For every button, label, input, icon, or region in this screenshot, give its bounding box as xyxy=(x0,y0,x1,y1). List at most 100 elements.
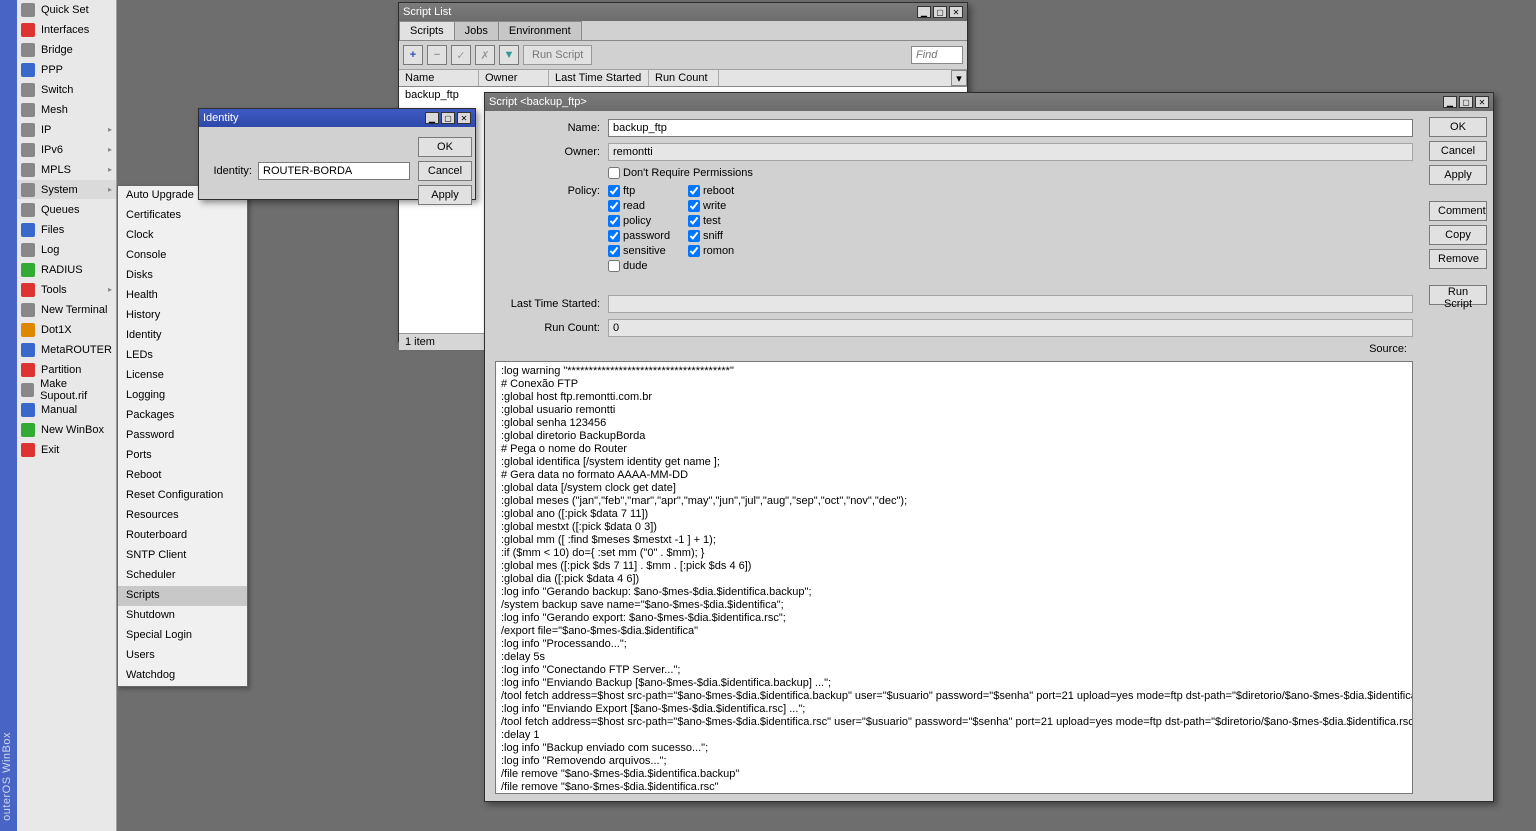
submenu-item-identity[interactable]: Identity xyxy=(118,326,247,346)
maximize-icon[interactable]: ▢ xyxy=(933,6,947,18)
sidebar-item-manual[interactable]: Manual xyxy=(17,400,116,420)
column-chooser-icon[interactable]: ▾ xyxy=(951,70,967,86)
copy-button[interactable]: Copy xyxy=(1429,225,1487,245)
submenu-item-special-login[interactable]: Special Login xyxy=(118,626,247,646)
policy-read[interactable]: read xyxy=(608,200,688,212)
sidebar-item-quick-set[interactable]: Quick Set xyxy=(17,0,116,20)
sidebar-item-label: Partition xyxy=(41,364,81,376)
identity-input[interactable] xyxy=(258,162,410,180)
name-input[interactable] xyxy=(608,119,1413,137)
tab-environment[interactable]: Environment xyxy=(498,21,582,40)
submenu-item-sntp-client[interactable]: SNTP Client xyxy=(118,546,247,566)
submenu-item-scripts[interactable]: Scripts xyxy=(118,586,247,606)
close-icon[interactable]: ✕ xyxy=(1475,96,1489,108)
menu-icon xyxy=(21,223,35,237)
submenu-item-leds[interactable]: LEDs xyxy=(118,346,247,366)
sidebar-item-make-supout-rif[interactable]: Make Supout.rif xyxy=(17,380,116,400)
sidebar-item-interfaces[interactable]: Interfaces xyxy=(17,20,116,40)
submenu-item-license[interactable]: License xyxy=(118,366,247,386)
policy-dude[interactable]: dude xyxy=(608,260,688,272)
sidebar-item-files[interactable]: Files xyxy=(17,220,116,240)
comment-button[interactable]: Comment xyxy=(1429,201,1487,221)
sidebar-item-exit[interactable]: Exit xyxy=(17,440,116,460)
disable-button[interactable]: ✗ xyxy=(475,45,495,65)
sidebar-item-new-terminal[interactable]: New Terminal xyxy=(17,300,116,320)
minimize-icon[interactable]: ▁ xyxy=(917,6,931,18)
sidebar-item-label: Files xyxy=(41,224,64,236)
minimize-icon[interactable]: ▁ xyxy=(425,112,439,124)
find-input[interactable] xyxy=(911,46,963,64)
submenu-item-health[interactable]: Health xyxy=(118,286,247,306)
submenu-item-resources[interactable]: Resources xyxy=(118,506,247,526)
minimize-icon[interactable]: ▁ xyxy=(1443,96,1457,108)
submenu-item-users[interactable]: Users xyxy=(118,646,247,666)
script-list-titlebar[interactable]: Script List ▁ ▢ ✕ xyxy=(399,3,967,21)
sidebar-item-ip[interactable]: IP▸ xyxy=(17,120,116,140)
submenu-item-history[interactable]: History xyxy=(118,306,247,326)
close-icon[interactable]: ✕ xyxy=(949,6,963,18)
sidebar-item-mesh[interactable]: Mesh xyxy=(17,100,116,120)
filter-button[interactable]: ▼ xyxy=(499,45,519,65)
policy-sniff[interactable]: sniff xyxy=(688,230,768,242)
identity-titlebar[interactable]: Identity ▁ ▢ ✕ xyxy=(199,109,475,127)
submenu-item-reset-configuration[interactable]: Reset Configuration xyxy=(118,486,247,506)
maximize-icon[interactable]: ▢ xyxy=(441,112,455,124)
col-owner[interactable]: Owner xyxy=(479,70,549,86)
submenu-item-console[interactable]: Console xyxy=(118,246,247,266)
submenu-item-shutdown[interactable]: Shutdown xyxy=(118,606,247,626)
submenu-item-scheduler[interactable]: Scheduler xyxy=(118,566,247,586)
submenu-item-watchdog[interactable]: Watchdog xyxy=(118,666,247,686)
submenu-item-ports[interactable]: Ports xyxy=(118,446,247,466)
ok-button[interactable]: OK xyxy=(418,137,472,157)
sidebar-item-tools[interactable]: Tools▸ xyxy=(17,280,116,300)
apply-button[interactable]: Apply xyxy=(418,185,472,205)
cancel-button[interactable]: Cancel xyxy=(1429,141,1487,161)
submenu-item-packages[interactable]: Packages xyxy=(118,406,247,426)
sidebar-item-new-winbox[interactable]: New WinBox xyxy=(17,420,116,440)
policy-test[interactable]: test xyxy=(688,215,768,227)
policy-reboot[interactable]: reboot xyxy=(688,185,768,197)
sidebar-item-ipv6[interactable]: IPv6▸ xyxy=(17,140,116,160)
policy-ftp[interactable]: ftp xyxy=(608,185,688,197)
policy-write[interactable]: write xyxy=(688,200,768,212)
sidebar-item-bridge[interactable]: Bridge xyxy=(17,40,116,60)
tab-jobs[interactable]: Jobs xyxy=(454,21,499,40)
close-icon[interactable]: ✕ xyxy=(457,112,471,124)
cancel-button[interactable]: Cancel xyxy=(418,161,472,181)
run-script-button[interactable]: Run Script xyxy=(1429,285,1487,305)
policy-sensitive[interactable]: sensitive xyxy=(608,245,688,257)
sidebar-item-ppp[interactable]: PPP xyxy=(17,60,116,80)
apply-button[interactable]: Apply xyxy=(1429,165,1487,185)
submenu-item-reboot[interactable]: Reboot xyxy=(118,466,247,486)
remove-button[interactable]: Remove xyxy=(1429,249,1487,269)
source-textarea[interactable] xyxy=(495,361,1413,794)
submenu-item-routerboard[interactable]: Routerboard xyxy=(118,526,247,546)
add-button[interactable]: + xyxy=(403,45,423,65)
submenu-item-logging[interactable]: Logging xyxy=(118,386,247,406)
sidebar-item-system[interactable]: System▸ xyxy=(17,180,116,200)
enable-button[interactable]: ✓ xyxy=(451,45,471,65)
dont-require-checkbox[interactable]: Don't Require Permissions xyxy=(608,167,753,179)
submenu-item-disks[interactable]: Disks xyxy=(118,266,247,286)
ok-button[interactable]: OK xyxy=(1429,117,1487,137)
sidebar-item-log[interactable]: Log xyxy=(17,240,116,260)
sidebar-item-switch[interactable]: Switch xyxy=(17,80,116,100)
policy-romon[interactable]: romon xyxy=(688,245,768,257)
col-last[interactable]: Last Time Started xyxy=(549,70,649,86)
sidebar-item-radius[interactable]: RADIUS xyxy=(17,260,116,280)
sidebar-item-mpls[interactable]: MPLS▸ xyxy=(17,160,116,180)
policy-password[interactable]: password xyxy=(608,230,688,242)
sidebar-item-dot1x[interactable]: Dot1X xyxy=(17,320,116,340)
sidebar-item-queues[interactable]: Queues xyxy=(17,200,116,220)
col-name[interactable]: Name xyxy=(399,70,479,86)
script-editor-titlebar[interactable]: Script <backup_ftp> ▁ ▢ ✕ xyxy=(485,93,1493,111)
tab-scripts[interactable]: Scripts xyxy=(399,21,455,40)
submenu-item-clock[interactable]: Clock xyxy=(118,226,247,246)
remove-button[interactable]: − xyxy=(427,45,447,65)
col-runcount[interactable]: Run Count xyxy=(649,70,719,86)
run-script-button[interactable]: Run Script xyxy=(523,45,592,65)
sidebar-item-metarouter[interactable]: MetaROUTER xyxy=(17,340,116,360)
submenu-item-password[interactable]: Password xyxy=(118,426,247,446)
policy-policy[interactable]: policy xyxy=(608,215,688,227)
maximize-icon[interactable]: ▢ xyxy=(1459,96,1473,108)
